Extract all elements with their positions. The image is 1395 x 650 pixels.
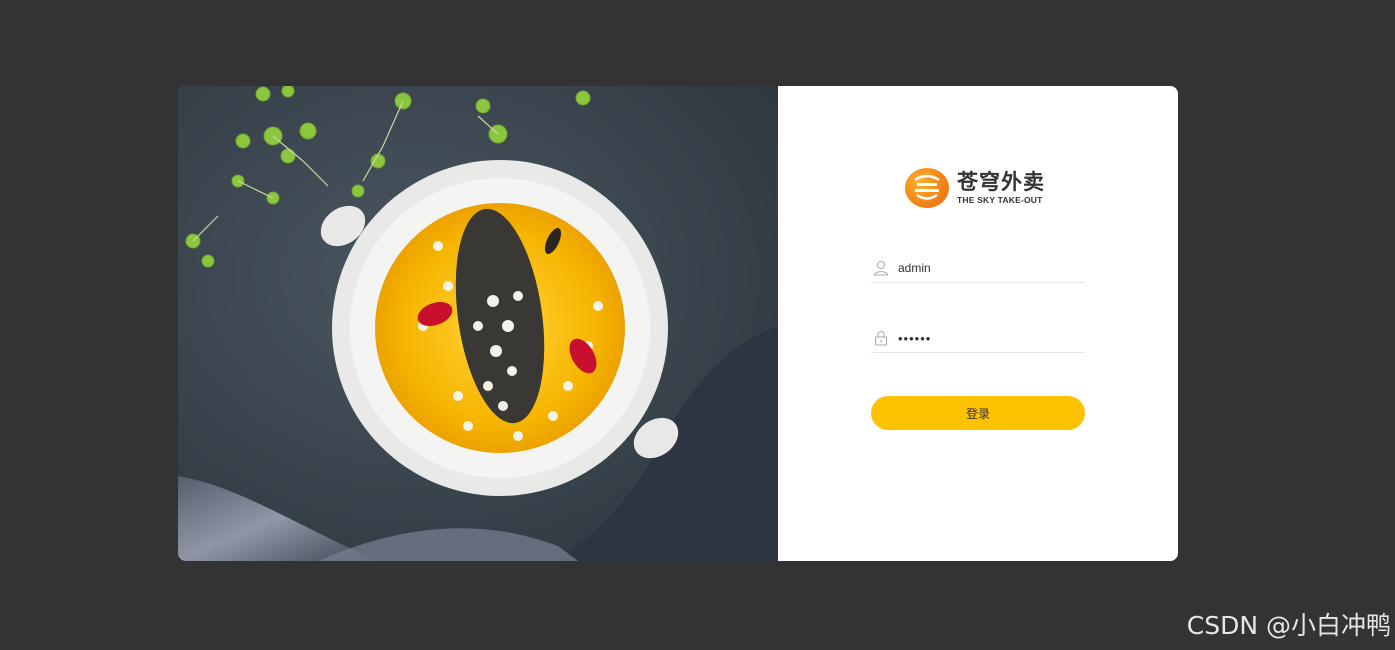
logo-emblem-icon — [905, 168, 949, 208]
hero-food-image — [178, 86, 778, 561]
lock-icon — [872, 329, 890, 347]
login-form-panel: 苍穹外卖 THE SKY TAKE-OUT admin •••••• 登录 — [778, 86, 1178, 561]
username-input[interactable] — [898, 261, 1078, 275]
user-icon — [872, 259, 890, 277]
watermark-text: CSDN @小白冲鸭 — [1186, 611, 1391, 640]
brand-name-en: THE SKY TAKE-OUT — [957, 194, 1043, 205]
login-card: 苍穹外卖 THE SKY TAKE-OUT admin •••••• 登录 — [178, 86, 1178, 561]
password-field — [871, 324, 1085, 353]
password-input[interactable] — [898, 330, 1078, 346]
login-button[interactable]: 登录 — [871, 396, 1085, 430]
brand-name-cn: 苍穹外卖 — [957, 169, 1045, 194]
username-field — [871, 254, 1085, 283]
brand-logo: 苍穹外卖 THE SKY TAKE-OUT — [905, 168, 1045, 208]
